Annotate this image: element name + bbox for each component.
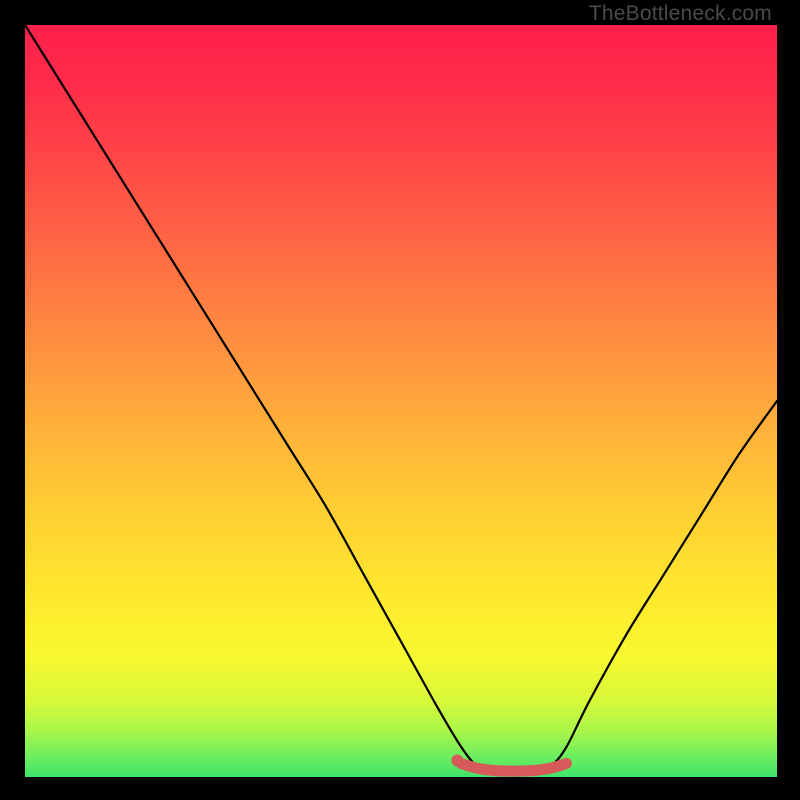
watermark-text: TheBottleneck.com	[589, 2, 772, 26]
optimal-band-path	[461, 763, 566, 771]
bottleneck-curve-path	[25, 25, 777, 775]
chart-overlay	[25, 25, 777, 777]
optimal-marker-dot	[451, 754, 463, 766]
chart-plot-area	[25, 25, 777, 777]
